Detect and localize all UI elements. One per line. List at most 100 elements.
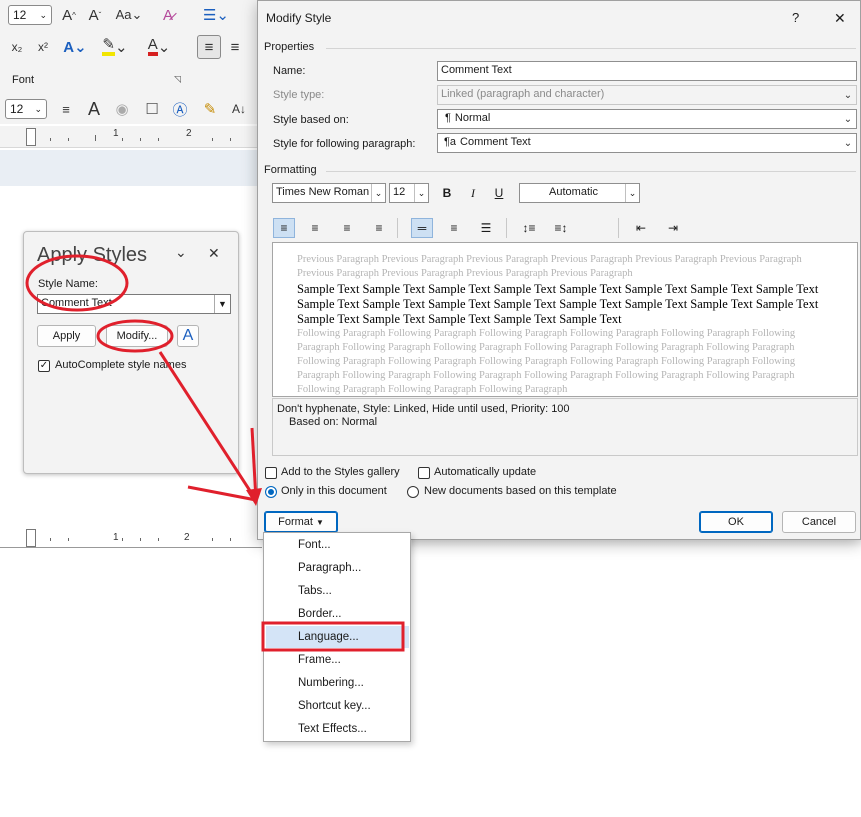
font-size-value: 12: [13, 8, 27, 22]
text-effects-icon[interactable]: A⌄: [60, 36, 90, 58]
style-name-label: Style Name:: [38, 278, 98, 290]
chevron-down-icon: ⌄: [371, 184, 385, 202]
font-color-select[interactable]: Automatic ⌄: [519, 183, 640, 203]
grow-font-icon[interactable]: A ^: [58, 4, 80, 26]
ribbon-bottom-strip: [412, 540, 861, 548]
align-center-icon[interactable]: ≡: [224, 35, 246, 59]
menu-item-paragraph[interactable]: Paragraph...: [298, 562, 361, 574]
only-this-document-label: Only in this document: [281, 485, 387, 497]
font-size-combo[interactable]: 12 ⌄: [8, 5, 52, 25]
style-name-combo[interactable]: Comment Text ▼: [37, 294, 231, 314]
new-documents-radio[interactable]: [407, 486, 419, 498]
apply-button[interactable]: Apply: [37, 325, 96, 347]
menu-item-text-effects[interactable]: Text Effects...: [298, 723, 367, 735]
apply-styles-title: Apply Styles: [37, 244, 148, 266]
shrink-font-icon[interactable]: Aˇ: [84, 4, 106, 26]
cancel-button[interactable]: Cancel: [782, 511, 856, 533]
indent-marker-icon[interactable]: [26, 529, 36, 547]
preview-pane: Previous Paragraph Previous Paragraph Pr…: [272, 242, 858, 397]
help-icon[interactable]: ?: [792, 10, 799, 25]
close-icon[interactable]: ✕: [834, 10, 846, 27]
menu-item-tabs[interactable]: Tabs...: [298, 585, 332, 597]
menu-item-frame[interactable]: Frame...: [298, 654, 341, 666]
chevron-down-icon: ⌄: [843, 113, 853, 125]
format-label: Format: [278, 516, 313, 528]
ok-button[interactable]: OK: [699, 511, 773, 533]
bullets-icon[interactable]: ☰⌄: [199, 4, 233, 26]
italic-button[interactable]: I: [462, 183, 484, 203]
toolbar-separator: [506, 218, 507, 238]
autocomplete-checkbox[interactable]: ✓: [38, 360, 50, 372]
shape-icon[interactable]: ◉: [112, 98, 132, 120]
menu-item-font[interactable]: Font...: [298, 539, 331, 551]
menu-item-border[interactable]: Border...: [298, 608, 341, 620]
linked-style-icon: ¶a: [444, 136, 457, 148]
align-center-icon[interactable]: ≡: [304, 218, 326, 238]
format-button[interactable]: Format ▼: [264, 511, 338, 533]
clear-formatting-icon[interactable]: A̷: [157, 4, 179, 26]
name-input[interactable]: Comment Text: [437, 61, 857, 81]
name-label: Name:: [273, 65, 306, 77]
checkbox-icon[interactable]: ☐: [142, 98, 162, 120]
auto-update-checkbox[interactable]: [418, 467, 430, 479]
justify-icon[interactable]: ≡: [368, 218, 390, 238]
styles-icon[interactable]: A: [177, 325, 199, 347]
chevron-down-icon[interactable]: ⌄: [175, 244, 187, 261]
font-size-select[interactable]: 12 ⌄: [389, 183, 429, 203]
menu-item-language[interactable]: Language...: [298, 631, 359, 643]
preview-following-text: Following Paragraph Following Paragraph …: [297, 328, 796, 395]
one-half-spacing-icon[interactable]: ≡: [443, 218, 465, 238]
subscript-icon[interactable]: x₂: [8, 36, 26, 58]
modify-button[interactable]: Modify...: [106, 325, 168, 347]
based-on-label: Style based on:: [273, 114, 349, 126]
annotation-arrow-line: [250, 427, 258, 501]
font-color-icon[interactable]: A ⌄: [142, 36, 176, 58]
following-paragraph-select[interactable]: ¶a Comment Text ⌄: [437, 133, 857, 153]
increase-indent-icon[interactable]: ⇥: [662, 218, 684, 238]
following-value: Comment Text: [460, 136, 531, 148]
underline-button[interactable]: U: [488, 183, 510, 203]
bold-button[interactable]: B: [436, 183, 458, 203]
add-to-gallery-checkbox[interactable]: [265, 467, 277, 479]
superscript-icon[interactable]: x²: [34, 36, 52, 58]
dropdown-arrow-icon[interactable]: ▼: [214, 295, 230, 313]
indent-marker-icon[interactable]: [26, 128, 36, 146]
highlight-icon[interactable]: ✎ ⌄: [100, 36, 130, 58]
description-line: Don't hyphenate, Style: Linked, Hide unt…: [277, 403, 570, 415]
style-description: Don't hyphenate, Style: Linked, Hide unt…: [272, 398, 858, 456]
style-type-value: Linked (paragraph and character): [441, 88, 605, 100]
properties-section-label: Properties: [264, 41, 315, 53]
font-dialog-launcher-icon[interactable]: ◹: [174, 74, 181, 85]
menu-item-shortcut-key[interactable]: Shortcut key...: [298, 700, 371, 712]
ruler-bottom: 1 2: [0, 528, 262, 548]
align-left-icon[interactable]: ≡: [273, 218, 295, 238]
font-name-select[interactable]: Times New Roman ⌄: [272, 183, 386, 203]
textbox-icon[interactable]: Ⓐ: [170, 98, 190, 120]
space-before-icon[interactable]: ↕≡: [518, 218, 540, 238]
font-group-label: Font: [12, 74, 35, 86]
space-after-icon[interactable]: ≡↕: [550, 218, 572, 238]
close-icon[interactable]: ✕: [208, 245, 220, 262]
chevron-down-icon: ⌄: [34, 103, 42, 114]
sort-icon[interactable]: A↓: [228, 98, 250, 120]
single-spacing-icon[interactable]: ═: [411, 218, 433, 238]
line-spacing-icon[interactable]: ≡: [56, 98, 76, 120]
double-spacing-icon[interactable]: ☰: [475, 218, 497, 238]
style-type-select[interactable]: Linked (paragraph and character) ⌄: [437, 85, 857, 105]
toolbar-separator: [618, 218, 619, 238]
text-a-icon[interactable]: A: [84, 98, 104, 120]
only-this-document-radio[interactable]: [265, 486, 277, 498]
add-to-gallery-label: Add to the Styles gallery: [281, 466, 400, 478]
document-gutter: [0, 150, 262, 186]
decrease-indent-icon[interactable]: ⇤: [630, 218, 652, 238]
menu-item-numbering[interactable]: Numbering...: [298, 677, 364, 689]
change-case-icon[interactable]: Aa⌄: [112, 4, 146, 26]
font-size-value-2: 12: [10, 102, 24, 116]
dropdown-arrow-icon: ▼: [315, 517, 324, 527]
align-left-icon[interactable]: ≡: [197, 35, 221, 59]
ruler-number: 2: [186, 128, 192, 139]
align-right-icon[interactable]: ≡: [336, 218, 358, 238]
based-on-select[interactable]: ¶ Normal ⌄: [437, 109, 857, 129]
font-size-combo-2[interactable]: 12 ⌄: [5, 99, 47, 119]
note-icon[interactable]: ✎: [200, 98, 220, 120]
